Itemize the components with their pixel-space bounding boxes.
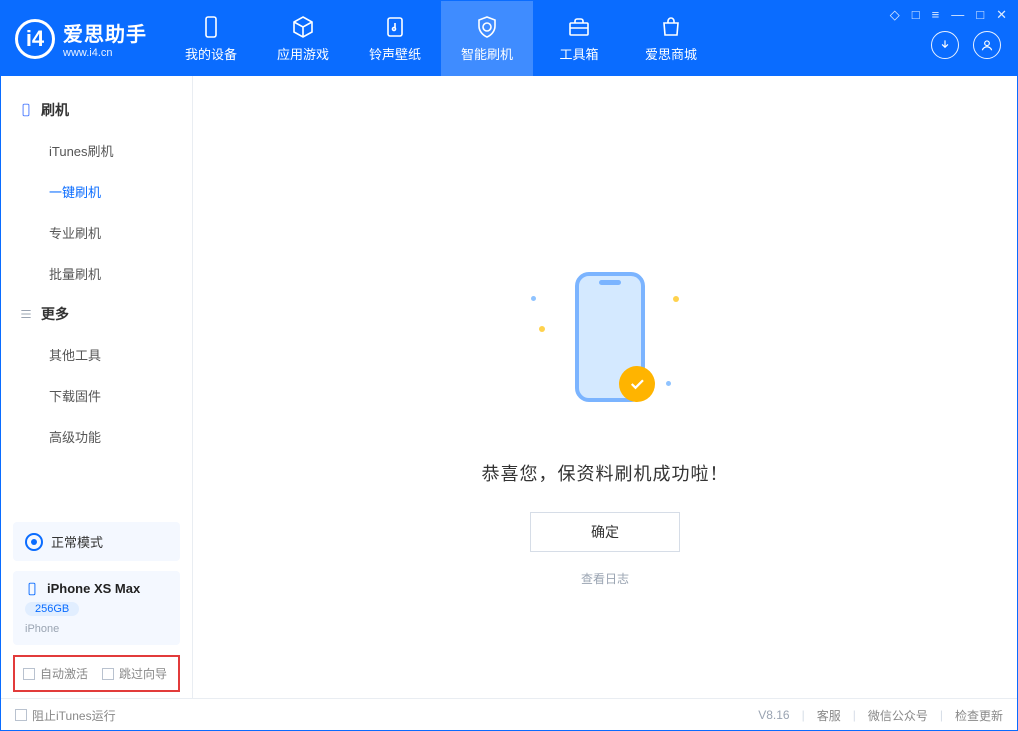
user-button[interactable] — [973, 31, 1001, 59]
body: 刷机 iTunes刷机 一键刷机 专业刷机 批量刷机 更多 其他工具 下载固件 … — [1, 76, 1017, 698]
checkbox-icon — [23, 668, 35, 680]
footer: 阻止iTunes运行 V8.16 | 客服 | 微信公众号 | 检查更新 — [1, 698, 1017, 731]
sidebar-group-more: 更多 — [1, 294, 192, 334]
logo-text: 爱思助手 www.i4.cn — [63, 18, 147, 59]
menu-icon[interactable]: ≡ — [932, 7, 940, 23]
ok-button[interactable]: 确定 — [530, 512, 680, 552]
checkbox-block-itunes[interactable]: 阻止iTunes运行 — [15, 707, 116, 724]
main-panel: 恭喜您，保资料刷机成功啦！ 确定 查看日志 — [193, 76, 1017, 698]
checkbox-label: 跳过向导 — [119, 665, 167, 682]
app-header: i4 爱思助手 www.i4.cn 我的设备 应用游戏 铃声壁纸 智能刷机 工具… — [1, 1, 1017, 76]
sparkle-icon — [673, 296, 679, 302]
footer-link-support[interactable]: 客服 — [817, 707, 841, 724]
sidebar-item-pro-flash[interactable]: 专业刷机 — [1, 212, 192, 253]
checkbox-skip-guide[interactable]: 跳过向导 — [102, 665, 167, 682]
phone-icon — [198, 14, 224, 40]
sidebar-item-advanced[interactable]: 高级功能 — [1, 416, 192, 457]
header-circle-buttons — [931, 31, 1001, 59]
success-block: 恭喜您，保资料刷机成功啦！ 确定 查看日志 — [395, 266, 815, 587]
separator: | — [802, 708, 805, 722]
minimize-icon[interactable]: — — [951, 7, 964, 23]
checkbox-icon — [102, 668, 114, 680]
checkbox-label: 自动激活 — [40, 665, 88, 682]
separator: | — [853, 708, 856, 722]
tab-store[interactable]: 爱思商城 — [625, 1, 717, 76]
logo: i4 爱思助手 www.i4.cn — [1, 1, 165, 76]
sidebar-group-flash: 刷机 — [1, 90, 192, 130]
logo-icon: i4 — [15, 19, 55, 59]
checkbox-label: 阻止iTunes运行 — [32, 707, 116, 724]
tab-label: 爱思商城 — [645, 44, 697, 63]
flash-options-highlighted: 自动激活 跳过向导 — [13, 655, 180, 692]
checkbox-icon — [15, 709, 27, 721]
checkbox-auto-activate[interactable]: 自动激活 — [23, 665, 88, 682]
sparkle-icon — [539, 326, 545, 332]
tab-device[interactable]: 我的设备 — [165, 1, 257, 76]
cube-icon — [290, 14, 316, 40]
sidebar-item-download-firmware[interactable]: 下载固件 — [1, 375, 192, 416]
tab-label: 应用游戏 — [277, 44, 329, 63]
tab-ring[interactable]: 铃声壁纸 — [349, 1, 441, 76]
success-message: 恭喜您，保资料刷机成功啦！ — [482, 460, 729, 486]
maximize-icon[interactable]: □ — [976, 7, 984, 23]
view-log-link[interactable]: 查看日志 — [581, 570, 629, 587]
sidebar: 刷机 iTunes刷机 一键刷机 专业刷机 批量刷机 更多 其他工具 下载固件 … — [1, 76, 193, 698]
pin-icon[interactable]: ◇ — [890, 7, 900, 23]
download-button[interactable] — [931, 31, 959, 59]
device-type: iPhone — [25, 623, 168, 635]
tab-label: 工具箱 — [559, 44, 598, 63]
close-icon[interactable]: ✕ — [996, 7, 1007, 23]
footer-link-update[interactable]: 检查更新 — [955, 707, 1003, 724]
group-title: 刷机 — [41, 100, 69, 120]
tab-toolbox[interactable]: 工具箱 — [533, 1, 625, 76]
tab-apps[interactable]: 应用游戏 — [257, 1, 349, 76]
sidebar-item-oneclick-flash[interactable]: 一键刷机 — [1, 171, 192, 212]
footer-right: V8.16 | 客服 | 微信公众号 | 检查更新 — [758, 707, 1003, 724]
header-right: ◇ □ ≡ — □ ✕ — [890, 1, 1017, 76]
tab-label: 铃声壁纸 — [369, 44, 421, 63]
sparkle-icon — [666, 381, 671, 386]
app-name-en: www.i4.cn — [63, 47, 147, 59]
sidebar-item-itunes-flash[interactable]: iTunes刷机 — [1, 130, 192, 171]
sidebar-item-batch-flash[interactable]: 批量刷机 — [1, 253, 192, 294]
device-card[interactable]: iPhone XS Max 256GB iPhone — [13, 571, 180, 645]
success-illustration — [525, 266, 685, 436]
version-label: V8.16 — [758, 708, 789, 722]
phone-small-icon — [25, 582, 39, 596]
window-controls: ◇ □ ≡ — □ ✕ — [890, 7, 1007, 23]
bag-icon — [658, 14, 684, 40]
shield-sync-icon — [474, 14, 500, 40]
group-title: 更多 — [41, 304, 69, 324]
device-name: iPhone XS Max — [47, 581, 140, 596]
sparkle-icon — [531, 296, 536, 301]
app-name-zh: 爱思助手 — [63, 18, 147, 47]
separator: | — [940, 708, 943, 722]
main-tabs: 我的设备 应用游戏 铃声壁纸 智能刷机 工具箱 爱思商城 — [165, 1, 717, 76]
mode-dot-icon — [25, 533, 43, 551]
checkmark-badge-icon — [619, 366, 655, 402]
music-note-icon — [382, 14, 408, 40]
device-icon — [19, 103, 33, 117]
toolbox-icon — [566, 14, 592, 40]
tab-label: 智能刷机 — [461, 44, 513, 63]
mode-label: 正常模式 — [51, 532, 103, 551]
list-icon — [19, 307, 33, 321]
feedback-icon[interactable]: □ — [912, 7, 920, 23]
tab-label: 我的设备 — [185, 44, 237, 63]
tab-flash[interactable]: 智能刷机 — [441, 1, 533, 76]
footer-link-wechat[interactable]: 微信公众号 — [868, 707, 928, 724]
mode-card[interactable]: 正常模式 — [13, 522, 180, 561]
sidebar-item-other-tools[interactable]: 其他工具 — [1, 334, 192, 375]
device-capacity: 256GB — [25, 602, 79, 616]
